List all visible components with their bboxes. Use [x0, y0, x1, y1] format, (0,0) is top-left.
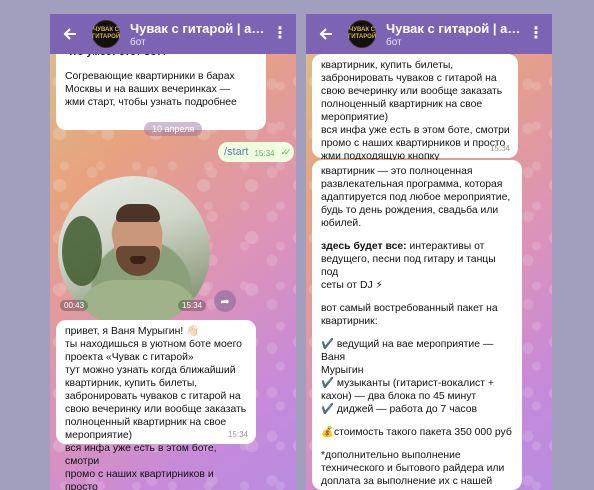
bot-avatar[interactable]: ЧУВАК С ГИТАРОЙ	[348, 20, 376, 48]
package-item: ✔️ ведущий на вае мероприятие — Ваня Мур…	[321, 339, 494, 376]
share-icon[interactable]: ➦	[214, 290, 236, 312]
back-arrow-icon[interactable]	[58, 22, 82, 46]
welcome-text-continued: квартирник, купить билеты, забронировать…	[321, 60, 510, 162]
info-paragraph-3: вот самый востребованный пакет на кварти…	[321, 303, 498, 327]
read-ticks-icon: ✓✓	[280, 147, 291, 157]
chat-header: ЧУВАК С ГИТАРОЙ Чувак с гитарой | афиша,…	[306, 14, 552, 54]
bot-welcome-message-continued: квартирник, купить билеты, забронировать…	[312, 54, 518, 162]
outgoing-start-message: /start 15:34 ✓✓	[218, 142, 294, 162]
package-note: *дополнительно выполнение технического и…	[321, 450, 505, 490]
back-arrow-icon[interactable]	[314, 22, 338, 46]
welcome-text: привет, я Ваня Мурыгин! 👋🏻 ты находишься…	[65, 326, 247, 490]
video-time: 15:34	[178, 300, 207, 311]
message-time: 15:34	[254, 149, 275, 158]
hair-shape	[116, 204, 160, 222]
video-duration: 00:43	[60, 300, 89, 311]
intro-text: Согревающие квартирники в барах Москвы и…	[65, 71, 237, 108]
info-paragraph-1: квартирник — это полноценная развлекател…	[321, 166, 511, 229]
message-time: 15:34	[489, 144, 510, 153]
info-paragraph-2: здесь будет все: интерактивы от ведущего…	[321, 240, 514, 292]
mouth-shape	[130, 256, 146, 264]
plant-shape	[62, 216, 102, 286]
date-separator: 10 апреля	[144, 122, 203, 136]
bot-avatar[interactable]: ЧУВАК С ГИТАРОЙ	[92, 20, 120, 48]
chat-title: Чувак с гитарой | афиша, г	[386, 20, 528, 36]
chat-title-block[interactable]: Чувак с гитарой | афиша, г бот	[130, 21, 272, 48]
chat-subtitle: бот	[386, 36, 402, 48]
left-chat-screen: ЧУВАК С ГИТАРОЙ Чувак с гитарой | афиша,…	[50, 14, 296, 490]
right-chat-screen: ЧУВАК С ГИТАРОЙ Чувак с гитарой | афиша,…	[306, 14, 552, 490]
chat-title: Чувак с гитарой | афиша, г	[130, 20, 272, 36]
chat-title-block[interactable]: Чувак с гитарой | афиша, г бот	[386, 21, 528, 48]
more-options-icon[interactable]: ⋮	[528, 26, 544, 42]
bot-info-message: квартирник — это полноценная развлекател…	[312, 160, 522, 490]
bot-intro-bubble: Что умеет этот бот? Согревающие квартирн…	[56, 44, 266, 130]
more-options-icon[interactable]: ⋮	[272, 26, 288, 42]
message-time: 15:34	[227, 430, 248, 439]
package-item: ✔️ диджей — работа до 7 часов	[321, 404, 478, 415]
package-item: ✔️ музыканты (гитарист-вокалист + кахон)…	[321, 378, 494, 402]
chat-header: ЧУВАК С ГИТАРОЙ Чувак с гитарой | афиша,…	[50, 14, 296, 54]
start-command-link[interactable]: /start	[224, 146, 248, 158]
bot-welcome-message: привет, я Ваня Мурыгин! 👋🏻 ты находишься…	[56, 320, 256, 490]
chat-subtitle: бот	[130, 36, 146, 48]
info-highlight: здесь будет все:	[321, 241, 407, 252]
package-price: 💰стоимость такого пакета 350 000 руб	[321, 427, 512, 438]
